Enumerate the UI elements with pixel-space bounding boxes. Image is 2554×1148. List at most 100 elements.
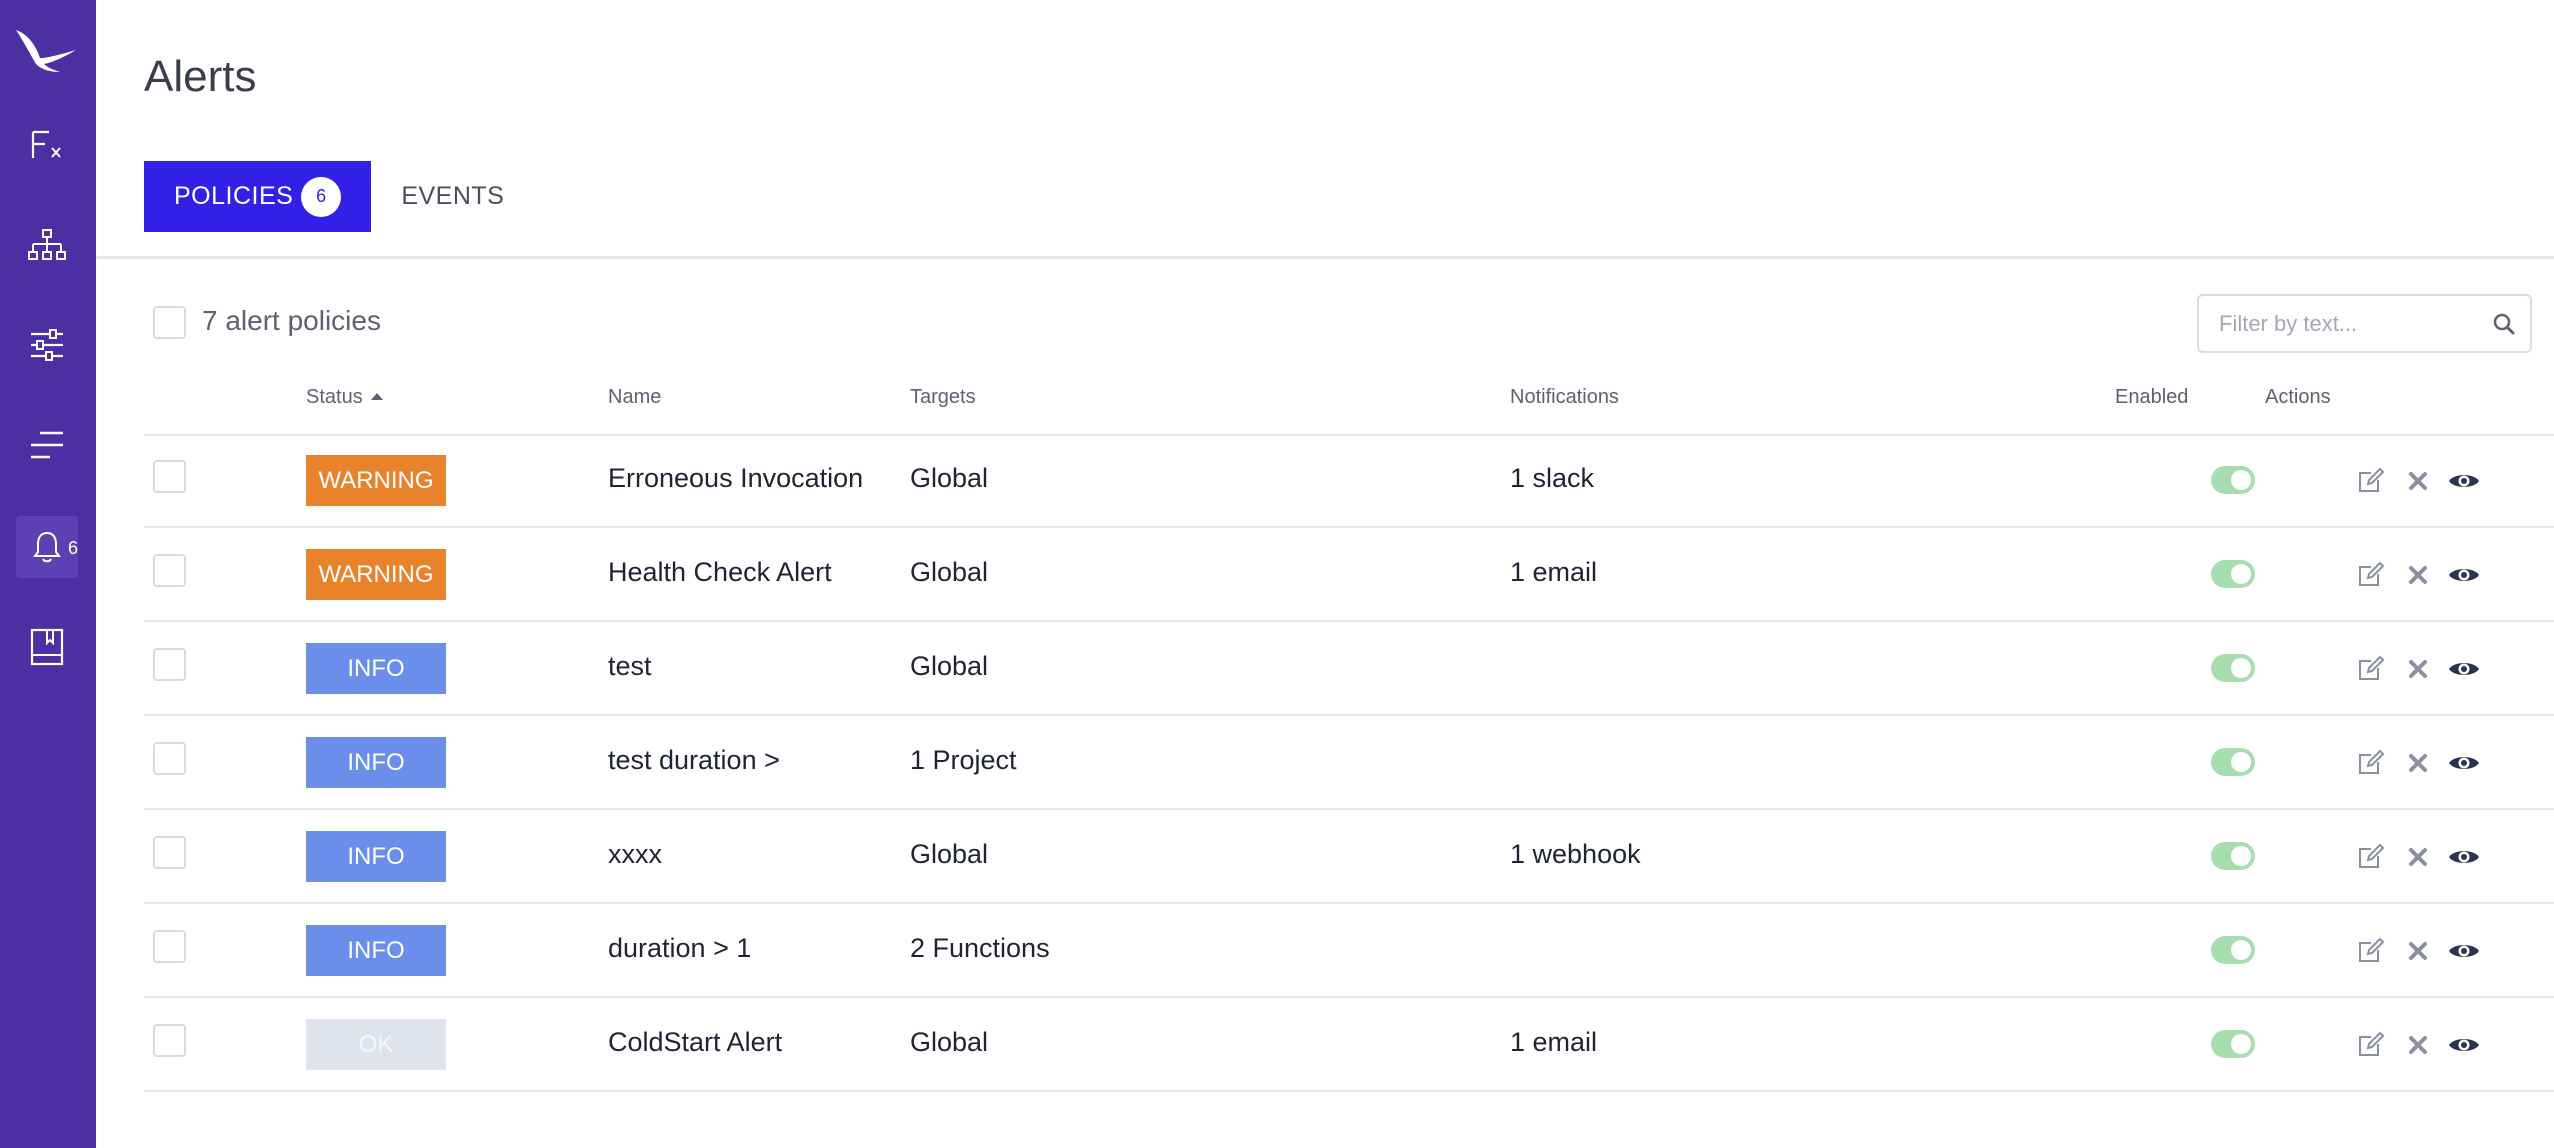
close-icon: [2409, 754, 2427, 772]
policy-name: ColdStart Alert: [608, 1027, 783, 1057]
filter-box: [2197, 294, 2532, 353]
edit-icon: [2359, 655, 2385, 680]
edit-icon: [2359, 467, 2385, 492]
row-checkbox[interactable]: [153, 460, 186, 493]
view-button[interactable]: [2447, 934, 2481, 968]
policy-name: xxxx: [608, 839, 662, 869]
edit-button[interactable]: [2354, 934, 2388, 968]
tab-policies-label: POLICIES: [174, 182, 294, 210]
delete-button[interactable]: [2401, 840, 2435, 874]
book-icon: [30, 628, 64, 666]
edit-button[interactable]: [2354, 746, 2388, 780]
eye-icon: [2449, 569, 2479, 581]
policy-targets: 1 Project: [910, 745, 1017, 775]
delete-button[interactable]: [2401, 746, 2435, 780]
select-all-checkbox[interactable]: [153, 306, 186, 339]
enabled-toggle[interactable]: [2211, 936, 2255, 964]
close-icon: [2409, 472, 2427, 490]
sidebar-item-list[interactable]: [16, 414, 78, 476]
policy-name: duration > 1: [608, 933, 752, 963]
table-row: INFO duration > 1 2 Functions: [144, 904, 2554, 998]
row-checkbox[interactable]: [153, 930, 186, 963]
sort-ascending-icon: [370, 393, 383, 400]
view-button[interactable]: [2447, 558, 2481, 592]
column-actions: Actions: [2265, 386, 2331, 408]
status-badge: INFO: [306, 831, 446, 882]
search-icon[interactable]: [2492, 312, 2516, 336]
policy-targets: 2 Functions: [910, 933, 1050, 963]
view-button[interactable]: [2447, 840, 2481, 874]
row-checkbox[interactable]: [153, 742, 186, 775]
enabled-toggle[interactable]: [2211, 842, 2255, 870]
view-button[interactable]: [2447, 652, 2481, 686]
column-status-label: Status: [306, 386, 363, 408]
delete-button[interactable]: [2401, 652, 2435, 686]
row-checkbox[interactable]: [153, 554, 186, 587]
policy-count: 7 alert policies: [202, 305, 381, 336]
sidebar-item-alerts[interactable]: 6: [16, 516, 78, 578]
policy-name: Health Check Alert: [608, 557, 832, 587]
logo-bird-icon[interactable]: [14, 24, 78, 74]
tabs-divider: [96, 256, 2554, 259]
policy-targets: Global: [910, 651, 989, 681]
sidebar-item-sliders[interactable]: [16, 314, 78, 376]
view-button[interactable]: [2447, 746, 2481, 780]
edit-button[interactable]: [2354, 840, 2388, 874]
policy-targets: Global: [910, 557, 989, 587]
column-enabled[interactable]: Enabled: [2115, 386, 2188, 409]
view-button[interactable]: [2447, 464, 2481, 498]
policy-name: Erroneous Invocation: [608, 463, 864, 493]
sliders-icon: [31, 329, 63, 361]
sidebar-item-docs[interactable]: [16, 616, 78, 678]
table-row: INFO test Global: [144, 622, 2554, 716]
hierarchy-icon: [28, 229, 66, 260]
status-badge: WARNING: [306, 455, 446, 506]
status-badge: INFO: [306, 643, 446, 694]
sidebar-item-functions[interactable]: [16, 114, 78, 176]
column-name[interactable]: Name: [608, 386, 661, 409]
enabled-toggle[interactable]: [2211, 1030, 2255, 1058]
edit-button[interactable]: [2354, 464, 2388, 498]
row-checkbox[interactable]: [153, 648, 186, 681]
table-row: INFO xxxx Global 1 webhook: [144, 810, 2554, 904]
enabled-toggle[interactable]: [2211, 466, 2255, 494]
edit-button[interactable]: [2354, 1028, 2388, 1062]
close-icon: [2409, 1036, 2427, 1054]
edit-button[interactable]: [2354, 652, 2388, 686]
sidebar-item-hierarchy[interactable]: [16, 214, 78, 276]
policy-name: test duration >: [608, 745, 780, 775]
status-badge: OK: [306, 1019, 446, 1070]
tab-policies[interactable]: POLICIES 6: [144, 161, 372, 232]
bell-icon: [33, 531, 61, 563]
delete-button[interactable]: [2401, 558, 2435, 592]
policy-targets: Global: [910, 463, 989, 493]
alerts-count-badge: 6: [67, 538, 78, 558]
row-checkbox[interactable]: [153, 836, 186, 869]
column-notifications[interactable]: Notifications: [1510, 386, 1619, 409]
enabled-toggle[interactable]: [2211, 748, 2255, 776]
delete-button[interactable]: [2401, 464, 2435, 498]
enabled-toggle[interactable]: [2211, 560, 2255, 588]
tab-events[interactable]: EVENTS: [371, 161, 534, 232]
delete-button[interactable]: [2401, 1028, 2435, 1062]
table-row: OK ColdStart Alert Global 1 email: [144, 998, 2554, 1092]
delete-button[interactable]: [2401, 934, 2435, 968]
close-icon: [2409, 942, 2427, 960]
edit-icon: [2359, 937, 2385, 962]
edit-icon: [2359, 843, 2385, 868]
tab-bar: POLICIES 6 EVENTS: [144, 161, 534, 232]
view-button[interactable]: [2447, 1028, 2481, 1062]
enabled-toggle[interactable]: [2211, 654, 2255, 682]
main-content: Alerts POLICIES 6 EVENTS 7 alert policie…: [96, 0, 2554, 1148]
column-status[interactable]: Status: [306, 386, 383, 409]
row-checkbox[interactable]: [153, 1024, 186, 1057]
table-row: WARNING Health Check Alert Global 1 emai…: [144, 528, 2554, 622]
policy-notifications: 1 webhook: [1510, 839, 1641, 869]
eye-icon: [2449, 1039, 2479, 1051]
policy-targets: Global: [910, 839, 989, 869]
status-badge: INFO: [306, 737, 446, 788]
edit-button[interactable]: [2354, 558, 2388, 592]
column-targets[interactable]: Targets: [910, 386, 976, 409]
filter-input[interactable]: [2199, 296, 2469, 351]
policy-notifications: 1 email: [1510, 1027, 1598, 1057]
